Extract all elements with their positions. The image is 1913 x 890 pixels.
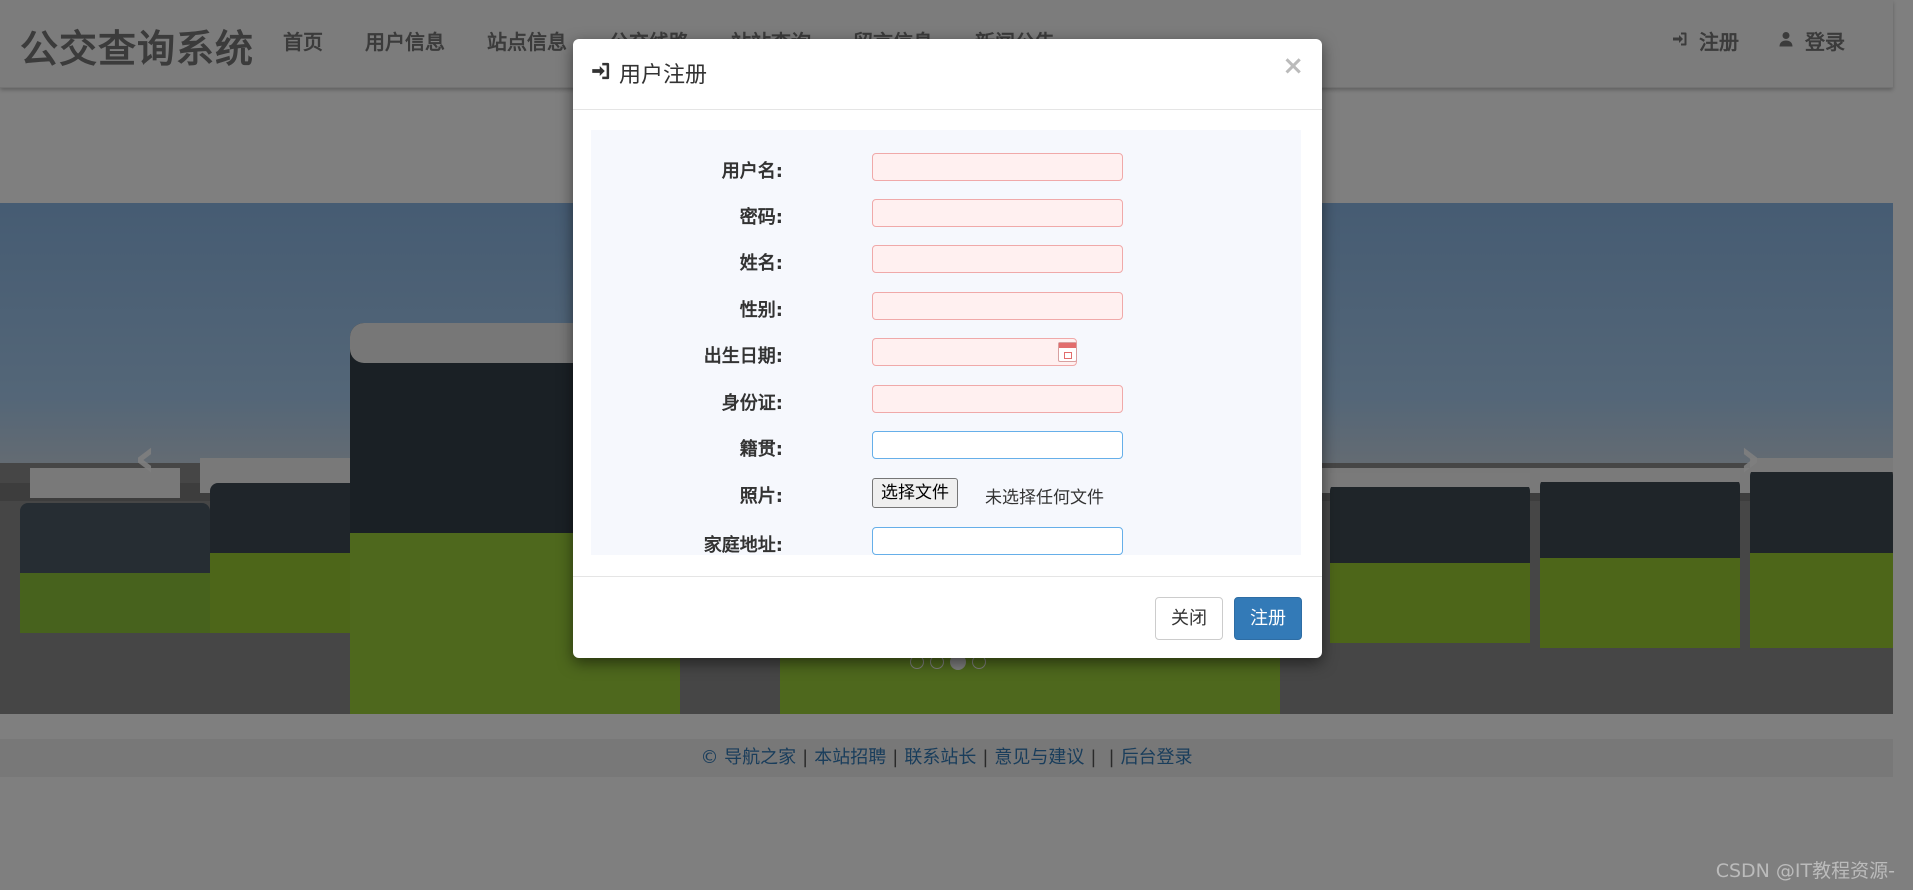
form-row-name: 姓名: xyxy=(591,245,1301,279)
password-label: 密码: xyxy=(739,207,783,228)
modal-title-text: 用户注册 xyxy=(619,63,708,88)
name-input[interactable] xyxy=(872,245,1123,273)
register-form: 用户名: 密码: 姓名: 性别: 出生日期: 身份证: 籍贯: 照片: 选择文件… xyxy=(591,130,1301,555)
modal-header: 用户注册 × xyxy=(573,39,1322,110)
id-card-label: 身份证: xyxy=(721,393,783,414)
watermark: CSDN @IT教程资源- xyxy=(1715,860,1895,882)
password-input[interactable] xyxy=(872,199,1123,227)
id-card-input[interactable] xyxy=(872,385,1123,413)
register-submit-button[interactable]: 注册 xyxy=(1234,597,1302,640)
username-input[interactable] xyxy=(872,153,1123,181)
form-row-hometown: 籍贯: xyxy=(591,431,1301,465)
birthdate-label: 出生日期: xyxy=(703,346,783,367)
file-status-text: 未选择任何文件 xyxy=(985,488,1104,508)
calendar-icon[interactable] xyxy=(1058,342,1077,362)
form-row-username: 用户名: xyxy=(591,153,1301,187)
choose-file-button[interactable]: 选择文件 xyxy=(872,478,958,508)
modal-title: 用户注册 xyxy=(591,57,707,89)
form-row-id-card: 身份证: xyxy=(591,385,1301,419)
address-input[interactable] xyxy=(872,527,1123,555)
register-modal: 用户注册 × 用户名: 密码: 姓名: 性别: 出生日期: 身份证: 籍贯: 照… xyxy=(573,39,1322,658)
username-label: 用户名: xyxy=(721,161,783,182)
form-row-password: 密码: xyxy=(591,199,1301,233)
form-row-photo: 照片: 选择文件 未选择任何文件 xyxy=(591,478,1301,512)
form-row-address: 家庭地址: xyxy=(591,527,1301,555)
photo-label: 照片: xyxy=(739,486,783,507)
address-label: 家庭地址: xyxy=(703,535,783,555)
hometown-label: 籍贯: xyxy=(739,439,783,460)
modal-close-icon[interactable]: × xyxy=(1282,53,1304,79)
hometown-input[interactable] xyxy=(872,431,1123,459)
gender-label: 性别: xyxy=(739,300,783,321)
form-row-gender: 性别: xyxy=(591,292,1301,326)
gender-input[interactable] xyxy=(872,292,1123,320)
birthdate-input[interactable] xyxy=(872,338,1077,366)
close-button[interactable]: 关闭 xyxy=(1155,597,1223,640)
name-label: 姓名: xyxy=(739,253,783,274)
modal-footer: 关闭 注册 xyxy=(573,576,1322,658)
form-row-birthdate: 出生日期: xyxy=(591,338,1301,372)
sign-in-icon xyxy=(591,61,617,86)
